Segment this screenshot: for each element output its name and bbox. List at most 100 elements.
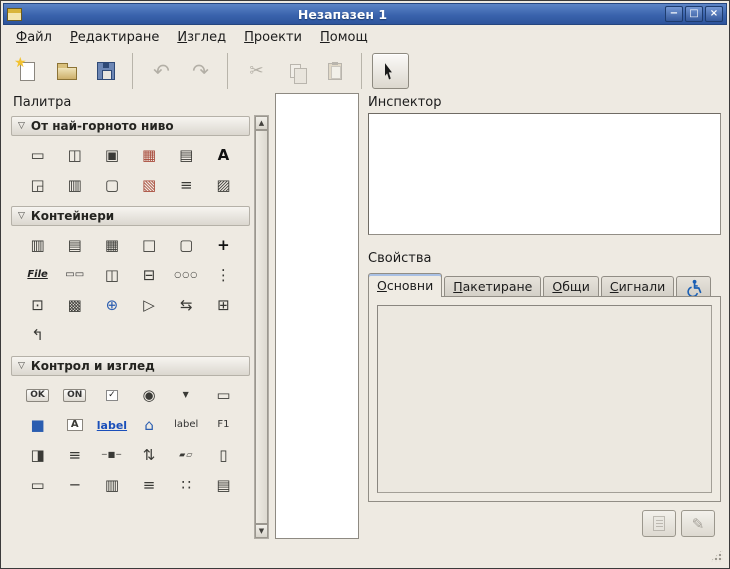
palette-item[interactable]: ▯ <box>205 442 242 468</box>
tab-accessibility[interactable] <box>676 276 711 297</box>
palette-item[interactable]: ▢ <box>93 172 130 198</box>
minimize-button[interactable]: − <box>665 6 683 22</box>
palette-item[interactable]: ▭ <box>19 472 56 498</box>
palette-item[interactable]: ▭▭ <box>56 262 93 288</box>
palette-scrollbar[interactable]: ▲ ▼ <box>254 115 269 539</box>
palette-item[interactable]: ▧ <box>131 172 168 198</box>
palette-item[interactable]: ▭ <box>19 142 56 168</box>
palette-item[interactable]: ⌂ <box>131 412 168 438</box>
titlebar[interactable]: Незапазен 1 − □ × <box>3 3 727 25</box>
palette-item[interactable]: ∷ <box>168 472 205 498</box>
menu-item[interactable]: Проекти <box>235 25 311 49</box>
palette-item[interactable]: ▼ <box>168 382 205 408</box>
palette-item[interactable]: ◨ <box>19 442 56 468</box>
palette-item[interactable]: OK <box>19 382 56 408</box>
toolbar-button[interactable] <box>277 53 314 89</box>
toolbar-button[interactable] <box>182 53 219 89</box>
toolbar-button[interactable] <box>48 53 85 89</box>
properties-tab[interactable]: Основни <box>368 273 442 297</box>
properties-tab[interactable]: Общи <box>543 276 598 297</box>
properties-tab[interactable]: Пакетиране <box>444 276 541 297</box>
palette-item[interactable]: ─■─ <box>93 442 130 468</box>
palette-item[interactable]: label <box>168 412 205 438</box>
palette-item[interactable]: ▥ <box>19 232 56 258</box>
menu-item[interactable]: Помощ <box>311 25 377 49</box>
palette-item[interactable]: ⊕ <box>93 292 130 318</box>
palette-item[interactable]: + <box>205 232 242 258</box>
palette-item[interactable]: ▣ <box>93 142 130 168</box>
palette-item[interactable]: ↰ <box>19 322 56 348</box>
main-area: Палитра ▽ От най-горното ниво ▭ <box>3 93 727 566</box>
palette-section-header[interactable]: ▽ От най-горното ниво <box>11 116 250 136</box>
properties-tab[interactable]: Сигнали <box>601 276 674 297</box>
palette-item[interactable]: ◫ <box>56 142 93 168</box>
palette-item[interactable]: ◫ <box>93 262 130 288</box>
palette-item[interactable]: ▨ <box>205 172 242 198</box>
inspector-tree[interactable] <box>368 113 721 235</box>
menu-item[interactable]: Изглед <box>168 25 235 49</box>
palette-item[interactable]: ▥ <box>56 172 93 198</box>
palette-item[interactable]: ▢ <box>168 232 205 258</box>
edit-button[interactable] <box>681 510 715 537</box>
scroll-up-icon[interactable]: ▲ <box>255 116 268 130</box>
palette-item-glyph: ⊟ <box>143 268 156 283</box>
palette-item[interactable]: ▰▱ <box>168 442 205 468</box>
palette-item-glyph: ▤ <box>179 148 193 163</box>
palette-item-glyph: ⋮ <box>216 268 231 283</box>
palette-item[interactable]: ◲ <box>19 172 56 198</box>
palette-item[interactable]: ⊟ <box>131 262 168 288</box>
toolbar-button[interactable] <box>143 53 180 89</box>
palette-item[interactable]: ▥ <box>93 472 130 498</box>
palette-item[interactable]: ▦ <box>93 232 130 258</box>
toolbar-button[interactable] <box>238 53 275 89</box>
scroll-down-icon[interactable]: ▼ <box>255 524 268 538</box>
palette-item[interactable]: ▷ <box>131 292 168 318</box>
palette-item[interactable]: File <box>19 262 56 288</box>
maximize-button[interactable]: □ <box>685 6 703 22</box>
palette-item[interactable]: ▦ <box>131 142 168 168</box>
window-title: Незапазен 1 <box>22 7 663 22</box>
toolbar-button[interactable] <box>87 53 124 89</box>
palette-section-header[interactable]: ▽ Контейнери <box>11 206 250 226</box>
palette-item[interactable]: ⋮ <box>205 262 242 288</box>
toolbar-button[interactable] <box>372 53 409 89</box>
palette-item[interactable]: ⇅ <box>131 442 168 468</box>
palette-item[interactable]: A <box>205 142 242 168</box>
palette-item[interactable]: ≡ <box>168 172 205 198</box>
palette-item[interactable]: ─ <box>56 472 93 498</box>
palette-section: ▽ От най-горното ниво ▭ ◫ <box>11 116 250 205</box>
toolbar-button[interactable] <box>316 53 353 89</box>
palette-item[interactable]: ≡ <box>56 442 93 468</box>
palette-item[interactable]: ▤ <box>56 232 93 258</box>
palette-item[interactable]: ▩ <box>56 292 93 318</box>
palette-item[interactable]: ▤ <box>205 472 242 498</box>
menu-item[interactable]: Редактиране <box>61 25 168 49</box>
palette-item[interactable]: A <box>56 412 93 438</box>
palette-item[interactable]: ▤ <box>168 142 205 168</box>
palette-item[interactable]: ◉ <box>131 382 168 408</box>
palette-item[interactable]: ■ <box>19 412 56 438</box>
palette-item[interactable]: F1 <box>205 412 242 438</box>
resize-grip[interactable] <box>710 549 723 562</box>
design-canvas[interactable] <box>275 93 359 539</box>
palette-item-glyph: ▭ <box>216 388 230 403</box>
palette-title: Палитра <box>13 95 71 110</box>
palette-item[interactable]: ○○○ <box>168 262 205 288</box>
palette-item-glyph: ▧ <box>142 178 156 193</box>
palette-item[interactable]: ✓ <box>93 382 130 408</box>
menu-item[interactable]: Файл <box>7 25 61 49</box>
palette-item[interactable]: label <box>93 412 130 438</box>
close-button[interactable]: × <box>705 6 723 22</box>
palette-item[interactable]: ▭ <box>205 382 242 408</box>
palette-item[interactable]: ON <box>56 382 93 408</box>
palette-item[interactable]: ⊡ <box>19 292 56 318</box>
scrollbar-thumb[interactable] <box>255 130 268 524</box>
palette-item[interactable]: ⊞ <box>205 292 242 318</box>
palette-section-header[interactable]: ▽ Контрол и изглед <box>11 356 250 376</box>
palette-item-glyph: label <box>174 420 198 430</box>
palette-item[interactable]: ≡ <box>131 472 168 498</box>
toolbar-button[interactable] <box>9 53 46 89</box>
info-button[interactable] <box>642 510 676 537</box>
palette-item[interactable]: □ <box>131 232 168 258</box>
palette-item[interactable]: ⇆ <box>168 292 205 318</box>
